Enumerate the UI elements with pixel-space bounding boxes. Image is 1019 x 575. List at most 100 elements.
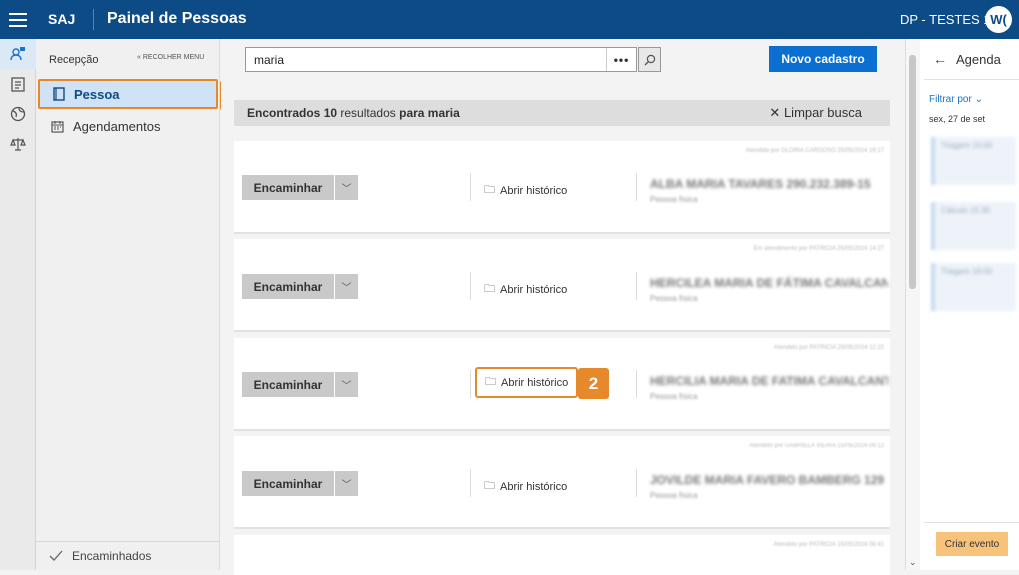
search-icon	[644, 54, 655, 65]
header-divider	[93, 9, 94, 30]
divider	[924, 79, 1019, 80]
open-history-button[interactable]: 🗀 Abrir histórico	[484, 477, 567, 496]
history-label: Abrir histórico	[500, 184, 568, 197]
divider	[470, 272, 471, 300]
folder-icon: 🗀	[484, 184, 495, 196]
open-history-button[interactable]: 🗀 Abrir histórico	[475, 367, 579, 398]
collapse-menu-label: RECOLHER MENU	[142, 54, 205, 61]
divider	[636, 469, 637, 497]
agenda-event[interactable]: Triagem 15:00	[931, 137, 1016, 185]
agenda-panel: ← Agenda Filtrar por ⌄ sex, 27 de set Tr…	[905, 39, 1019, 570]
chevron-down-icon: ﹀	[341, 480, 352, 491]
person-type: Pessoa física	[650, 392, 698, 401]
result-card: Atendido por GABRIELA VIEIRA 15/05/2024 …	[234, 436, 890, 529]
agenda-event[interactable]: Cálculo 15:30	[931, 202, 1016, 250]
person-name[interactable]: HERCILIA MARIA DE FATIMA CAVALCANTE	[650, 374, 888, 388]
chevron-down-icon: ﹀	[341, 184, 352, 195]
agenda-date: sex, 27 de set	[929, 114, 986, 124]
sidebar-item-agendamentos[interactable]: Agendamentos	[38, 111, 218, 141]
forward-button[interactable]: Encaminhar	[242, 372, 334, 397]
globe-icon[interactable]	[0, 99, 36, 129]
divider	[924, 522, 1019, 523]
sidebar-item-encaminhados[interactable]: Encaminhados	[36, 541, 220, 570]
collapse-menu-button[interactable]: « RECOLHER MENU	[137, 54, 204, 61]
clear-search-button[interactable]: ✕ Limpar busca	[769, 105, 862, 121]
scroll-down-icon[interactable]: ⌄	[909, 557, 917, 568]
card-meta: Em atendimento por PATRÍCIA 25/05/2024 1…	[753, 246, 884, 252]
scrollbar-thumb[interactable]	[909, 55, 916, 289]
forward-button[interactable]: Encaminhar	[242, 274, 334, 299]
open-history-button[interactable]: 🗀 Abrir histórico	[484, 181, 567, 200]
card-meta: Atendido por GABRIELA VIEIRA 15/05/2024 …	[749, 443, 884, 449]
avatar[interactable]: W(	[985, 6, 1012, 33]
user-name[interactable]: DP - TESTES 1	[900, 12, 991, 27]
back-arrow-icon[interactable]: ←	[933, 51, 947, 67]
forward-button[interactable]: Encaminhar	[242, 175, 334, 200]
chevron-down-icon: ﹀	[341, 381, 352, 392]
icon-rail	[0, 39, 36, 570]
scrollbar[interactable]	[906, 39, 920, 570]
search-button[interactable]	[638, 47, 661, 72]
person-type: Pessoa física	[650, 294, 698, 303]
divider	[470, 469, 471, 497]
forward-button[interactable]: Encaminhar	[242, 471, 334, 496]
history-label: Abrir histórico	[500, 283, 568, 296]
person-name[interactable]: HERCILEA MARIA DE FÁTIMA CAVALCANTE	[650, 276, 888, 290]
result-card: Atendido por PATRÍCIA 15/05/2024 08:41	[234, 535, 890, 575]
scales-icon[interactable]	[0, 129, 36, 159]
divider	[470, 173, 471, 201]
page-title: Painel de Pessoas	[107, 10, 247, 27]
new-record-button[interactable]: Novo cadastro	[769, 46, 877, 72]
forward-options-button[interactable]: ﹀	[335, 175, 358, 200]
main-content: ••• Novo cadastro Encontrados 10 resulta…	[221, 39, 904, 575]
brand-logo: SAJ	[48, 11, 76, 27]
card-meta: Atendido por PATRÍCIA 25/05/2024 11:22	[773, 345, 884, 351]
sidebar-item-label: Encaminhados	[72, 549, 152, 563]
divider	[636, 272, 637, 300]
agenda-event-label: Triagem 16:00	[941, 267, 993, 276]
open-history-button[interactable]: 🗀 Abrir histórico	[484, 280, 567, 299]
clipboard-icon[interactable]	[0, 69, 36, 99]
result-card: Atendido por GLÓRIA CARDOSO 25/05/2024 1…	[234, 141, 890, 234]
search-input[interactable]	[246, 49, 606, 70]
results-prefix: Encontrados	[247, 106, 321, 120]
results-count: 10	[323, 106, 338, 120]
search-options-button[interactable]: •••	[606, 48, 636, 71]
result-card: Em atendimento por PATRÍCIA 25/05/2024 1…	[234, 239, 890, 332]
forward-options-button[interactable]: ﹀	[335, 274, 358, 299]
agenda-event[interactable]: Triagem 16:00	[931, 263, 1016, 311]
agenda-title: Agenda	[956, 52, 1001, 67]
hamburger-menu-icon[interactable]	[0, 0, 36, 39]
divider	[636, 370, 637, 398]
forward-options-button[interactable]: ﹀	[335, 471, 358, 496]
create-event-button[interactable]: Criar evento	[936, 532, 1008, 556]
chevron-down-icon: ⌄	[974, 94, 983, 105]
filter-dropdown[interactable]: Filtrar por ⌄	[929, 94, 983, 105]
folder-icon: 🗀	[484, 283, 495, 295]
sidebar-section-label: Recepção	[49, 54, 99, 66]
forward-options-button[interactable]: ﹀	[335, 372, 358, 397]
history-label: Abrir histórico	[500, 480, 568, 493]
top-bar: SAJ Painel de Pessoas DP - TESTES 1 W(	[0, 0, 1019, 39]
history-label: Abrir histórico	[501, 376, 569, 389]
book-icon	[53, 87, 65, 101]
divider	[470, 370, 471, 398]
sidebar: Recepção « RECOLHER MENU Pessoa Agendame…	[36, 39, 220, 570]
callout-badge-2: 2	[578, 368, 609, 399]
person-name[interactable]: ALBA MARIA TAVARES 290.232.389-15	[650, 177, 888, 191]
sidebar-item-pessoa[interactable]: Pessoa	[38, 79, 218, 109]
sidebar-item-label: Pessoa	[74, 86, 120, 102]
check-icon	[49, 550, 63, 561]
card-meta: Atendido por PATRÍCIA 15/05/2024 08:41	[773, 542, 884, 548]
card-meta: Atendido por GLÓRIA CARDOSO 25/05/2024 1…	[745, 148, 884, 154]
person-name[interactable]: JOVILDE MARIA FAVERO BAMBERG 129	[650, 473, 888, 487]
people-icon[interactable]	[0, 39, 36, 69]
agenda-event-label: Cálculo 15:30	[941, 206, 990, 215]
chevron-down-icon: ﹀	[341, 283, 352, 294]
clear-search-label: Limpar busca	[783, 105, 862, 120]
search-box: •••	[245, 47, 637, 72]
results-middle: resultados	[340, 106, 396, 120]
folder-icon: 🗀	[484, 480, 495, 492]
person-type: Pessoa física	[650, 195, 698, 204]
divider	[636, 173, 637, 201]
